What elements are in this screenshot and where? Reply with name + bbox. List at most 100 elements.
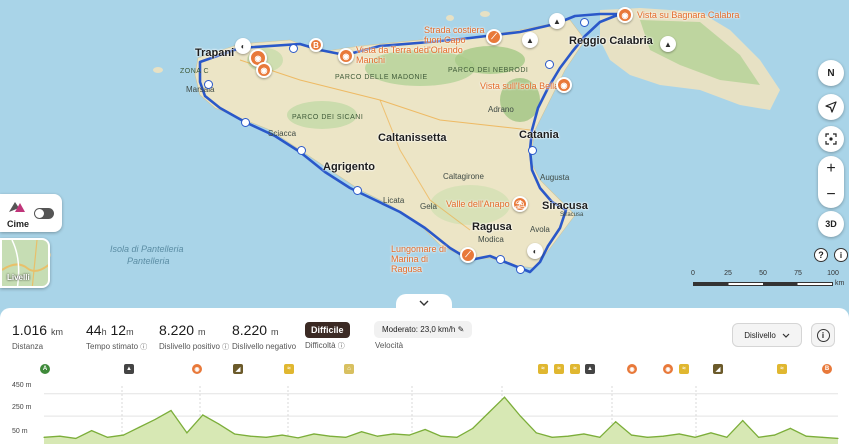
city-label: Ragusa [472,221,512,233]
viewpoint-pin-icon[interactable]: ◉ [556,77,572,93]
route-feature-icon[interactable]: ▲ [585,364,595,374]
speed-selector[interactable]: Moderato: 23,0 km/h ✎ [374,321,473,338]
info-button[interactable]: i [811,323,835,347]
camera-pin-icon[interactable]: ◐ [235,38,251,54]
route-waypoint[interactable] [545,60,554,69]
poi-label: Vista da Terra dei Manchi [356,45,426,65]
peak-pin-icon[interactable]: ▲ [549,13,565,29]
layers-button[interactable]: Livelli [0,238,50,288]
viewpoint-pin-icon[interactable]: ◉ [338,48,354,64]
ascent-unit: m [197,327,206,337]
elevation-point [630,434,633,436]
start-marker[interactable]: B [309,38,323,52]
route-features-row: A ▲ ◉ ◢ ≈ ⌂ ≈ ≈ ≈ ▲ ◉ ◉ ≈ ◢ ≈ B [0,364,849,378]
route-waypoint[interactable] [580,18,589,27]
peak-pin-icon[interactable]: ▲ [660,36,676,52]
map-view[interactable]: Trapani Marsala Caltanissetta Agrigento … [0,0,849,310]
peak-pin-icon[interactable]: ▲ [522,32,538,48]
beach-pin-icon[interactable]: ⛱ [512,196,528,212]
route-feature-icon[interactable]: ◉ [663,364,673,374]
elevation-point [376,435,379,437]
route-feature-icon[interactable]: ≈ [777,364,787,374]
scale-tick: 25 [724,270,732,277]
elevation-point [361,431,363,433]
viewpoint-pin-icon[interactable]: ◉ [617,7,633,23]
elevation-area [44,397,838,444]
edit-pencil-icon[interactable]: ✎ [458,325,465,334]
poi-label: Valle dell'Anapo [446,199,510,209]
route-feature-icon[interactable]: ≈ [570,364,580,374]
route-waypoint[interactable] [516,265,525,274]
road-pin-icon[interactable]: ⟋ [486,29,502,45]
info-icon[interactable]: i [834,248,848,262]
elevation-point [202,414,204,416]
peaks-label: Cime [7,219,30,229]
route-feature-icon[interactable]: B [822,364,832,374]
route-feature-icon[interactable]: ≈ [538,364,548,374]
compass-button[interactable]: N [818,60,844,86]
dropdown-label: Dislivello [744,330,776,340]
route-feature-icon[interactable]: ◉ [627,364,637,374]
viewpoint-pin-icon[interactable]: ◉ [256,62,272,78]
route-feature-icon[interactable]: ◢ [233,364,243,374]
locate-button[interactable] [818,94,844,120]
elevation-point [154,418,156,421]
elevation-point [281,434,283,436]
route-waypoint[interactable] [289,44,298,53]
elevation-chart: 450 m 250 m 50 m [0,378,849,446]
descent-caption: Dislivello negativo [232,342,297,351]
city-label: Catania [519,129,559,141]
route-waypoint[interactable] [204,80,213,89]
elevation-point [646,436,649,438]
chart-metric-dropdown[interactable]: Dislivello [732,323,802,347]
route-feature-icon[interactable]: ◉ [192,364,202,374]
area-label: ZONA C [180,68,210,75]
fit-route-button[interactable] [818,126,844,152]
elevation-point [122,434,124,436]
3d-button[interactable]: 3D [818,211,844,237]
help-circle-icon[interactable]: ⓘ [222,344,229,351]
route-feature-icon[interactable]: ▲ [124,364,134,374]
elevation-point [694,436,696,438]
descent-unit: m [270,327,279,337]
city-label: Reggio Calabria [569,35,653,47]
route-waypoint[interactable] [353,186,362,195]
help-button[interactable]: ? [814,248,828,262]
chevron-down-icon [419,300,429,306]
road-pin-icon[interactable]: ⟋ [460,247,476,263]
route-feature-icon[interactable]: ⌂ [344,364,354,374]
elevation-point [297,437,299,439]
route-waypoint[interactable] [297,146,306,155]
route-feature-icon[interactable]: ≈ [554,364,564,374]
city-label: Siracusa [560,212,584,218]
route-waypoint[interactable] [496,255,505,264]
elevation-point [821,436,823,438]
city-label: Siracusa [542,200,588,212]
camera-pin-icon[interactable]: ◐ [527,243,543,259]
zoom-in-button[interactable]: + [818,156,844,182]
descent-value: 8.220 [232,322,268,338]
help-circle-icon[interactable]: ⓘ [338,343,345,350]
time-m-unit: m [126,327,134,337]
scale-unit: km [835,280,845,287]
elevation-point [662,435,664,437]
peaks-toggle[interactable] [34,208,54,219]
difficulty-caption: Difficoltà [305,341,336,350]
elevation-point [218,423,220,425]
elevation-point [678,433,680,435]
route-waypoint[interactable] [241,118,250,127]
route-feature-icon[interactable]: A [40,364,50,374]
zoom-out-button[interactable]: − [818,182,844,208]
elevation-plot[interactable] [0,378,849,446]
peaks-toggle-card[interactable]: Cime [0,194,62,232]
peaks-icon [9,202,25,212]
route-feature-icon[interactable]: ≈ [284,364,294,374]
route-waypoint[interactable] [528,146,537,155]
scale-tick: 50 [759,270,767,277]
route-feature-icon[interactable]: ◢ [713,364,723,374]
elevation-point [599,436,601,438]
route-feature-icon[interactable]: ≈ [679,364,689,374]
elevation-point [392,433,394,435]
help-circle-icon[interactable]: ⓘ [140,344,147,351]
elevation-point [408,434,410,436]
